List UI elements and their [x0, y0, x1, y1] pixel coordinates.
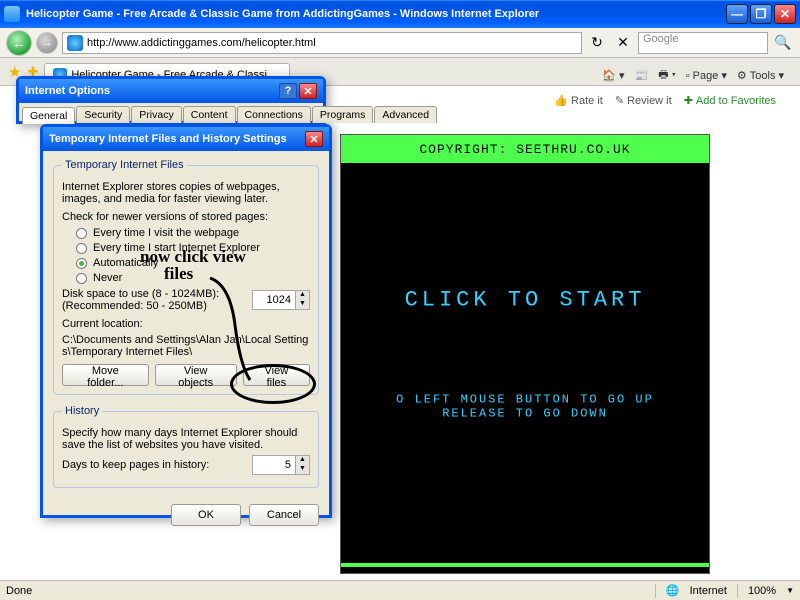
temp-files-titlebar[interactable]: Temporary Internet Files and History Set… — [43, 127, 329, 151]
move-folder-button[interactable]: Move folder... — [62, 364, 149, 386]
review-link[interactable]: ✎ Review it — [615, 94, 672, 107]
temp-files-title: Temporary Internet Files and History Set… — [49, 133, 287, 145]
radio-automatically[interactable]: Automatically — [76, 257, 310, 269]
disk-space-input[interactable] — [253, 294, 295, 306]
temp-files-close-button[interactable]: ✕ — [305, 131, 323, 147]
game-canvas[interactable]: COPYRIGHT: SEETHRU.CO.UK CLICK TO START … — [340, 134, 710, 574]
forward-button[interactable]: → — [36, 32, 58, 54]
tab-connections[interactable]: Connections — [237, 106, 311, 123]
temp-files-group: Temporary Internet Files Internet Explor… — [53, 159, 319, 395]
disk-space-label: Disk space to use (8 - 1024MB): — [62, 288, 238, 300]
history-group: History Specify how many days Internet E… — [53, 405, 319, 488]
current-location-label: Current location: — [62, 318, 310, 330]
address-bar[interactable] — [62, 32, 582, 54]
print-button[interactable]: 🖶 ▾ — [658, 66, 676, 85]
game-ground — [341, 563, 709, 567]
view-objects-button[interactable]: View objects — [155, 364, 237, 386]
zoom-dropdown-icon[interactable]: ▼ — [786, 586, 794, 595]
current-location-path: C:\Documents and Settings\Alan Jan\Local… — [62, 334, 310, 358]
history-days-input[interactable] — [253, 459, 295, 471]
spin-down-icon[interactable]: ▼ — [295, 300, 309, 309]
tab-content[interactable]: Content — [183, 106, 236, 123]
game-instruction-1: O LEFT MOUSE BUTTON TO GO UP — [341, 393, 709, 407]
spin-down-icon[interactable]: ▼ — [295, 465, 309, 474]
game-instruction-2: RELEASE TO GO DOWN — [341, 407, 709, 421]
radio-every-visit[interactable]: Every time I visit the webpage — [76, 227, 310, 239]
window-titlebar: Helicopter Game - Free Arcade & Classic … — [0, 0, 800, 28]
radio-never[interactable]: Never — [76, 272, 310, 284]
check-newer-label: Check for newer versions of stored pages… — [62, 211, 310, 223]
tools-menu[interactable]: ⚙ Tools ▾ — [737, 69, 784, 82]
page-menu[interactable]: ▫ Page ▾ — [686, 69, 727, 82]
tab-programs[interactable]: Programs — [312, 106, 374, 123]
url-input[interactable] — [87, 37, 577, 49]
help-button[interactable]: ? — [279, 83, 297, 99]
tab-security[interactable]: Security — [76, 106, 130, 123]
ok-button[interactable]: OK — [171, 504, 241, 526]
game-copyright: COPYRIGHT: SEETHRU.CO.UK — [341, 135, 709, 163]
internet-options-titlebar[interactable]: Internet Options ? ✕ — [19, 79, 323, 103]
status-text: Done — [6, 585, 32, 597]
tab-general[interactable]: General — [22, 107, 75, 124]
internet-options-tabs: General Security Privacy Content Connect… — [19, 103, 323, 123]
search-box[interactable]: Google — [638, 32, 768, 54]
tab-privacy[interactable]: Privacy — [131, 106, 181, 123]
minimize-button[interactable]: — — [726, 4, 748, 24]
home-button[interactable]: 🏠 ▾ — [602, 69, 624, 82]
rate-link[interactable]: 👍 Rate it — [554, 94, 603, 107]
zoom-level[interactable]: 100% — [748, 585, 776, 597]
disk-space-rec: (Recommended: 50 - 250MB) — [62, 300, 238, 312]
refresh-button[interactable]: ↻ — [586, 32, 608, 54]
internet-options-title: Internet Options — [25, 85, 110, 97]
history-desc: Specify how many days Internet Explorer … — [62, 427, 310, 451]
tab-advanced[interactable]: Advanced — [374, 106, 437, 123]
zone-icon: 🌐 — [666, 584, 680, 597]
page-favicon-icon — [67, 35, 83, 51]
spin-up-icon[interactable]: ▲ — [295, 456, 309, 465]
search-button[interactable]: 🔍 — [772, 32, 794, 54]
internet-options-dialog: Internet Options ? ✕ General Security Pr… — [16, 76, 326, 124]
cancel-button[interactable]: Cancel — [249, 504, 319, 526]
annotation-circle-icon — [230, 364, 316, 404]
navigation-bar: ← → ↻ ✕ Google 🔍 — [0, 28, 800, 58]
add-favorites-link[interactable]: ✚ Add to Favorites — [684, 94, 776, 107]
radio-every-start[interactable]: Every time I start Internet Explorer — [76, 242, 310, 254]
feeds-button[interactable]: 📰 — [635, 69, 649, 82]
restore-button[interactable]: ❐ — [750, 4, 772, 24]
page-actions: 👍 Rate it ✎ Review it ✚ Add to Favorites — [554, 94, 776, 107]
spin-up-icon[interactable]: ▲ — [295, 291, 309, 300]
temp-files-legend: Temporary Internet Files — [62, 159, 187, 171]
disk-space-spinner[interactable]: ▲▼ — [252, 290, 310, 310]
ie-icon — [4, 6, 20, 22]
dialog-close-button[interactable]: ✕ — [299, 83, 317, 99]
temp-files-desc: Internet Explorer stores copies of webpa… — [62, 181, 310, 205]
security-zone: Internet — [690, 585, 727, 597]
temp-files-dialog: Temporary Internet Files and History Set… — [40, 124, 332, 518]
close-button[interactable]: ✕ — [774, 4, 796, 24]
stop-button[interactable]: ✕ — [612, 32, 634, 54]
window-title: Helicopter Game - Free Arcade & Classic … — [26, 8, 724, 20]
history-days-spinner[interactable]: ▲▼ — [252, 455, 310, 475]
history-legend: History — [62, 405, 102, 417]
back-button[interactable]: ← — [6, 30, 32, 56]
status-bar: Done 🌐 Internet 100% ▼ — [0, 580, 800, 600]
game-start-text: CLICK TO START — [341, 288, 709, 313]
history-days-label: Days to keep pages in history: — [62, 459, 238, 471]
